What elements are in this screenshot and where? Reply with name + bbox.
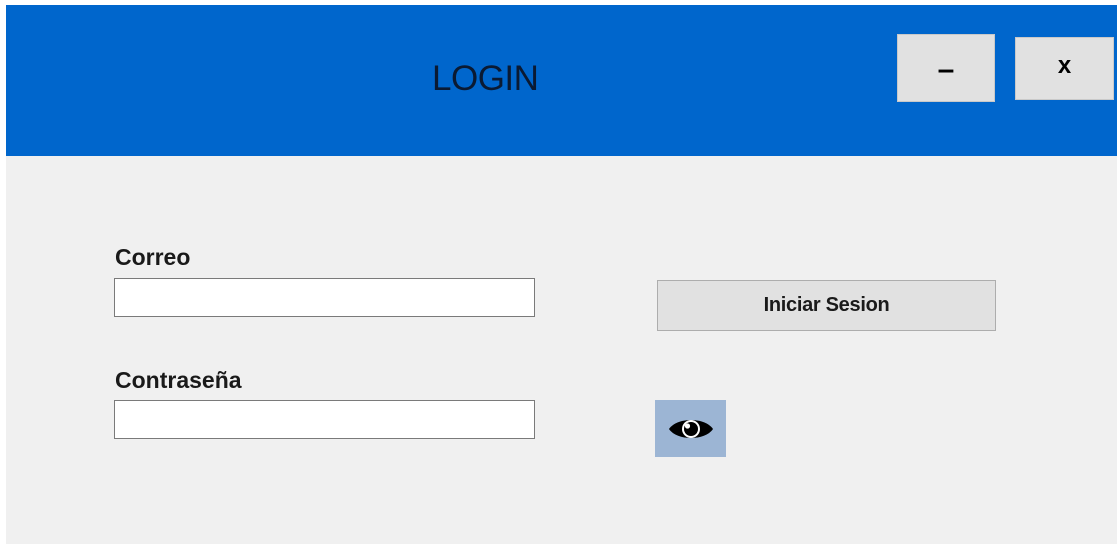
password-field[interactable] <box>114 400 535 439</box>
password-label: Contraseña <box>115 367 242 393</box>
close-button[interactable]: x <box>1015 37 1114 100</box>
window-title: LOGIN <box>432 59 539 98</box>
minimize-button[interactable]: – <box>897 34 995 102</box>
title-bar: LOGIN – x <box>6 5 1117 156</box>
show-password-button[interactable] <box>655 400 726 457</box>
login-window: LOGIN – x Correo Contraseña Iniciar Sesi… <box>6 5 1117 544</box>
email-field[interactable] <box>114 278 535 317</box>
eye-icon <box>668 419 713 438</box>
email-label: Correo <box>115 244 191 270</box>
login-button[interactable]: Iniciar Sesion <box>657 280 996 331</box>
